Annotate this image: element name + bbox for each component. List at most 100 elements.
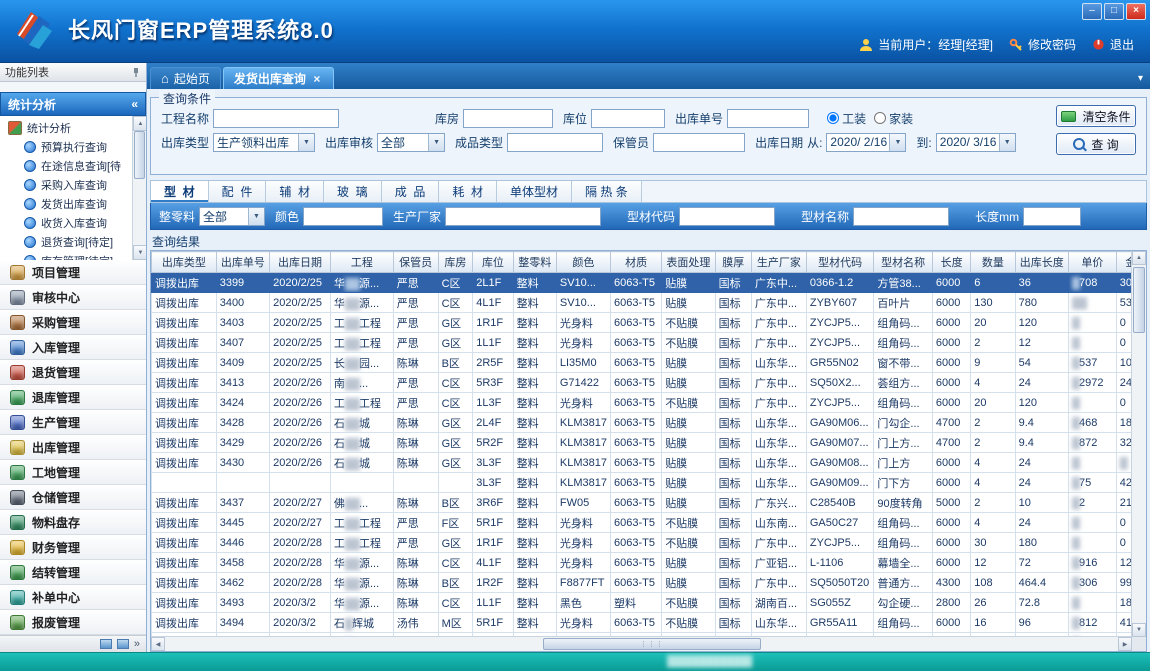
table-row[interactable]: 调拨出库34932020/3/2华▓▓源...陈琳C区1L1F整料黑色塑料不贴膜… <box>152 593 1146 613</box>
sidebar-item-supplement[interactable]: 补单中心 <box>0 585 146 610</box>
column-header[interactable]: 工程 <box>330 252 393 273</box>
table-vertical-scrollbar[interactable] <box>1131 251 1146 637</box>
table-row[interactable]: 调拨出库34002020/2/25华▓▓源...严思C区4L1F整料SV10..… <box>152 293 1146 313</box>
tree-item[interactable]: 收货入库查询 <box>0 213 133 232</box>
table-row[interactable]: 调拨出库34092020/2/25长▓▓园...陈琳B区2R5F整料LI35M0… <box>152 353 1146 373</box>
tab-shipment-outbound-query[interactable]: 发货出库查询 <box>223 67 334 89</box>
sidebar-item-carryover[interactable]: 结转管理 <box>0 560 146 585</box>
order-no-input[interactable] <box>727 109 809 128</box>
tree-item[interactable]: 库存管理[待定] <box>0 251 133 260</box>
material-tab[interactable]: 辅 材 <box>266 181 324 202</box>
column-header[interactable]: 型材名称 <box>874 252 933 273</box>
scrollbar-thumb[interactable] <box>1133 267 1145 333</box>
sidebar-item-production[interactable]: 生产管理 <box>0 410 146 435</box>
sidebar-item-outbound[interactable]: 出库管理 <box>0 435 146 460</box>
column-header[interactable]: 出库类型 <box>152 252 217 273</box>
pin-icon[interactable] <box>131 67 141 77</box>
table-row[interactable]: 调拨出库34302020/2/26石▓▓城陈琳G区3L3F整料KLM381760… <box>152 453 1146 473</box>
column-header[interactable]: 库房 <box>438 252 473 273</box>
scroll-down-icon[interactable] <box>1132 623 1146 637</box>
tab-close-icon[interactable] <box>311 73 323 85</box>
tree-item[interactable]: 在途信息查询[待 <box>0 156 133 175</box>
maximize-icon[interactable] <box>1104 3 1124 20</box>
material-tab[interactable]: 玻 璃 <box>324 181 382 202</box>
column-header[interactable]: 保管员 <box>393 252 438 273</box>
chevron-down-icon[interactable] <box>999 134 1015 151</box>
table-row[interactable]: 调拨出库34622020/2/28华▓▓源...陈琳B区1R2F整料F8877F… <box>152 573 1146 593</box>
change-password-button[interactable]: 修改密码 <box>1009 36 1076 53</box>
column-header[interactable]: 库位 <box>473 252 513 273</box>
table-row[interactable]: 调拨出库34072020/2/25工▓▓工程严思G区1L1F整料光身料6063-… <box>152 333 1146 353</box>
column-header[interactable]: 长度 <box>932 252 970 273</box>
tree-item[interactable]: 预算执行查询 <box>0 137 133 156</box>
tree-item[interactable]: 发货出库查询 <box>0 194 133 213</box>
sidebar-item-inbound[interactable]: 入库管理 <box>0 335 146 360</box>
column-header[interactable]: 出库单号 <box>216 252 269 273</box>
table-row[interactable]: 调拨出库34582020/2/28华▓▓源...陈琳C区4L1F整料光身料606… <box>152 553 1146 573</box>
tree-item[interactable]: 采购入库查询 <box>0 175 133 194</box>
sidebar-item-audit[interactable]: 审核中心 <box>0 285 146 310</box>
table-row[interactable]: 调拨出库34292020/2/26石▓▓城陈琳G区5R2F整料KLM381760… <box>152 433 1146 453</box>
material-tab[interactable]: 耗 材 <box>439 181 497 202</box>
logout-button[interactable]: 退出 <box>1092 36 1134 53</box>
location-input[interactable] <box>591 109 665 128</box>
outbound-type-select[interactable]: 生产领料出库 <box>213 133 315 152</box>
sidebar-item-storage[interactable]: 仓储管理 <box>0 485 146 510</box>
chevron-down-icon[interactable] <box>889 134 905 151</box>
chevron-down-icon[interactable] <box>298 134 314 151</box>
column-header[interactable]: 型材代码 <box>806 252 874 273</box>
whole-part-select[interactable]: 全部 <box>199 207 265 226</box>
tree-root-statistics[interactable]: 统计分析 <box>0 118 133 137</box>
column-header[interactable]: 单价 <box>1068 252 1116 273</box>
sidebar-item-return-warehouse[interactable]: 退库管理 <box>0 385 146 410</box>
product-type-input[interactable] <box>507 133 603 152</box>
scroll-right-icon[interactable] <box>1118 637 1132 651</box>
panel-icon[interactable] <box>117 639 129 649</box>
warehouse-input[interactable] <box>463 109 553 128</box>
gongzhuang-radio-input[interactable] <box>827 112 839 124</box>
sidebar-section-statistics[interactable]: 统计分析 « <box>0 92 146 116</box>
column-header[interactable]: 数量 <box>971 252 1015 273</box>
material-tab[interactable]: 型 材 <box>151 181 209 202</box>
date-to-picker[interactable]: 2020/ 3/16 <box>936 133 1016 152</box>
search-button[interactable]: 查 询 <box>1056 133 1136 155</box>
color-input[interactable] <box>303 207 383 226</box>
material-tab[interactable]: 隔 热 条 <box>572 181 642 202</box>
scroll-up-icon[interactable] <box>1132 251 1146 265</box>
table-row[interactable]: 调拨出库34942020/3/2石▓辉城汤伟M区5R1F整料光身料6063-T5… <box>152 613 1146 633</box>
column-header[interactable]: 整零料 <box>513 252 556 273</box>
custodian-input[interactable] <box>653 133 745 152</box>
radio-gongzhuang[interactable]: 工装 <box>827 110 866 127</box>
table-row[interactable]: 调拨出库34032020/2/25工▓▓工程严思G区1R1F整料光身料6063-… <box>152 313 1146 333</box>
profile-name-input[interactable] <box>853 207 949 226</box>
sidebar-item-finance[interactable]: 财务管理 <box>0 535 146 560</box>
tab-overflow-icon[interactable] <box>1138 73 1143 84</box>
scroll-left-icon[interactable] <box>151 637 165 651</box>
material-tab[interactable]: 成 品 <box>382 181 440 202</box>
jiazhuang-radio-input[interactable] <box>874 112 886 124</box>
minimize-icon[interactable] <box>1082 3 1102 20</box>
sidebar-overflow-icon[interactable] <box>134 639 140 650</box>
table-row[interactable]: 调拨出库34372020/2/27佛▓▓...陈琳B区3R6F整料FW05606… <box>152 493 1146 513</box>
clear-conditions-button[interactable]: 清空条件 <box>1056 105 1136 127</box>
table-row[interactable]: 调拨出库34462020/2/28工▓▓工程严思G区1R1F整料光身料6063-… <box>152 533 1146 553</box>
scrollbar-thumb[interactable] <box>134 131 145 179</box>
table-row[interactable]: 调拨出库34282020/2/26石▓▓城陈琳G区2L4F整料KLM381760… <box>152 413 1146 433</box>
sidebar-item-project[interactable]: 项目管理 <box>0 260 146 285</box>
column-header[interactable]: 膜厚 <box>715 252 751 273</box>
manufacturer-input[interactable] <box>445 207 601 226</box>
chevron-down-icon[interactable] <box>428 134 444 151</box>
column-header[interactable]: 出库日期 <box>270 252 331 273</box>
sidebar-item-purchase[interactable]: 采购管理 <box>0 310 146 335</box>
sidebar-item-inventory[interactable]: 物料盘存 <box>0 510 146 535</box>
sidebar-item-scrap[interactable]: 报废管理 <box>0 610 146 635</box>
table-row[interactable]: 调拨出库34132020/2/26南▓▓...严思C区5R3F整料G714226… <box>152 373 1146 393</box>
radio-jiazhuang[interactable]: 家装 <box>874 110 913 127</box>
sidebar-item-site[interactable]: 工地管理 <box>0 460 146 485</box>
scrollbar-thumb[interactable] <box>543 638 761 650</box>
table-row[interactable]: 3L3F整料KLM38176063-T5贴膜国标山东华...GA90M09...… <box>152 473 1146 493</box>
sidebar-item-return-goods[interactable]: 退货管理 <box>0 360 146 385</box>
table-row[interactable]: 调拨出库33992020/2/25华▓▓源...严思C区2L1F整料SV10..… <box>152 273 1146 293</box>
column-header[interactable]: 颜色 <box>556 252 610 273</box>
scroll-up-icon[interactable] <box>133 116 146 131</box>
